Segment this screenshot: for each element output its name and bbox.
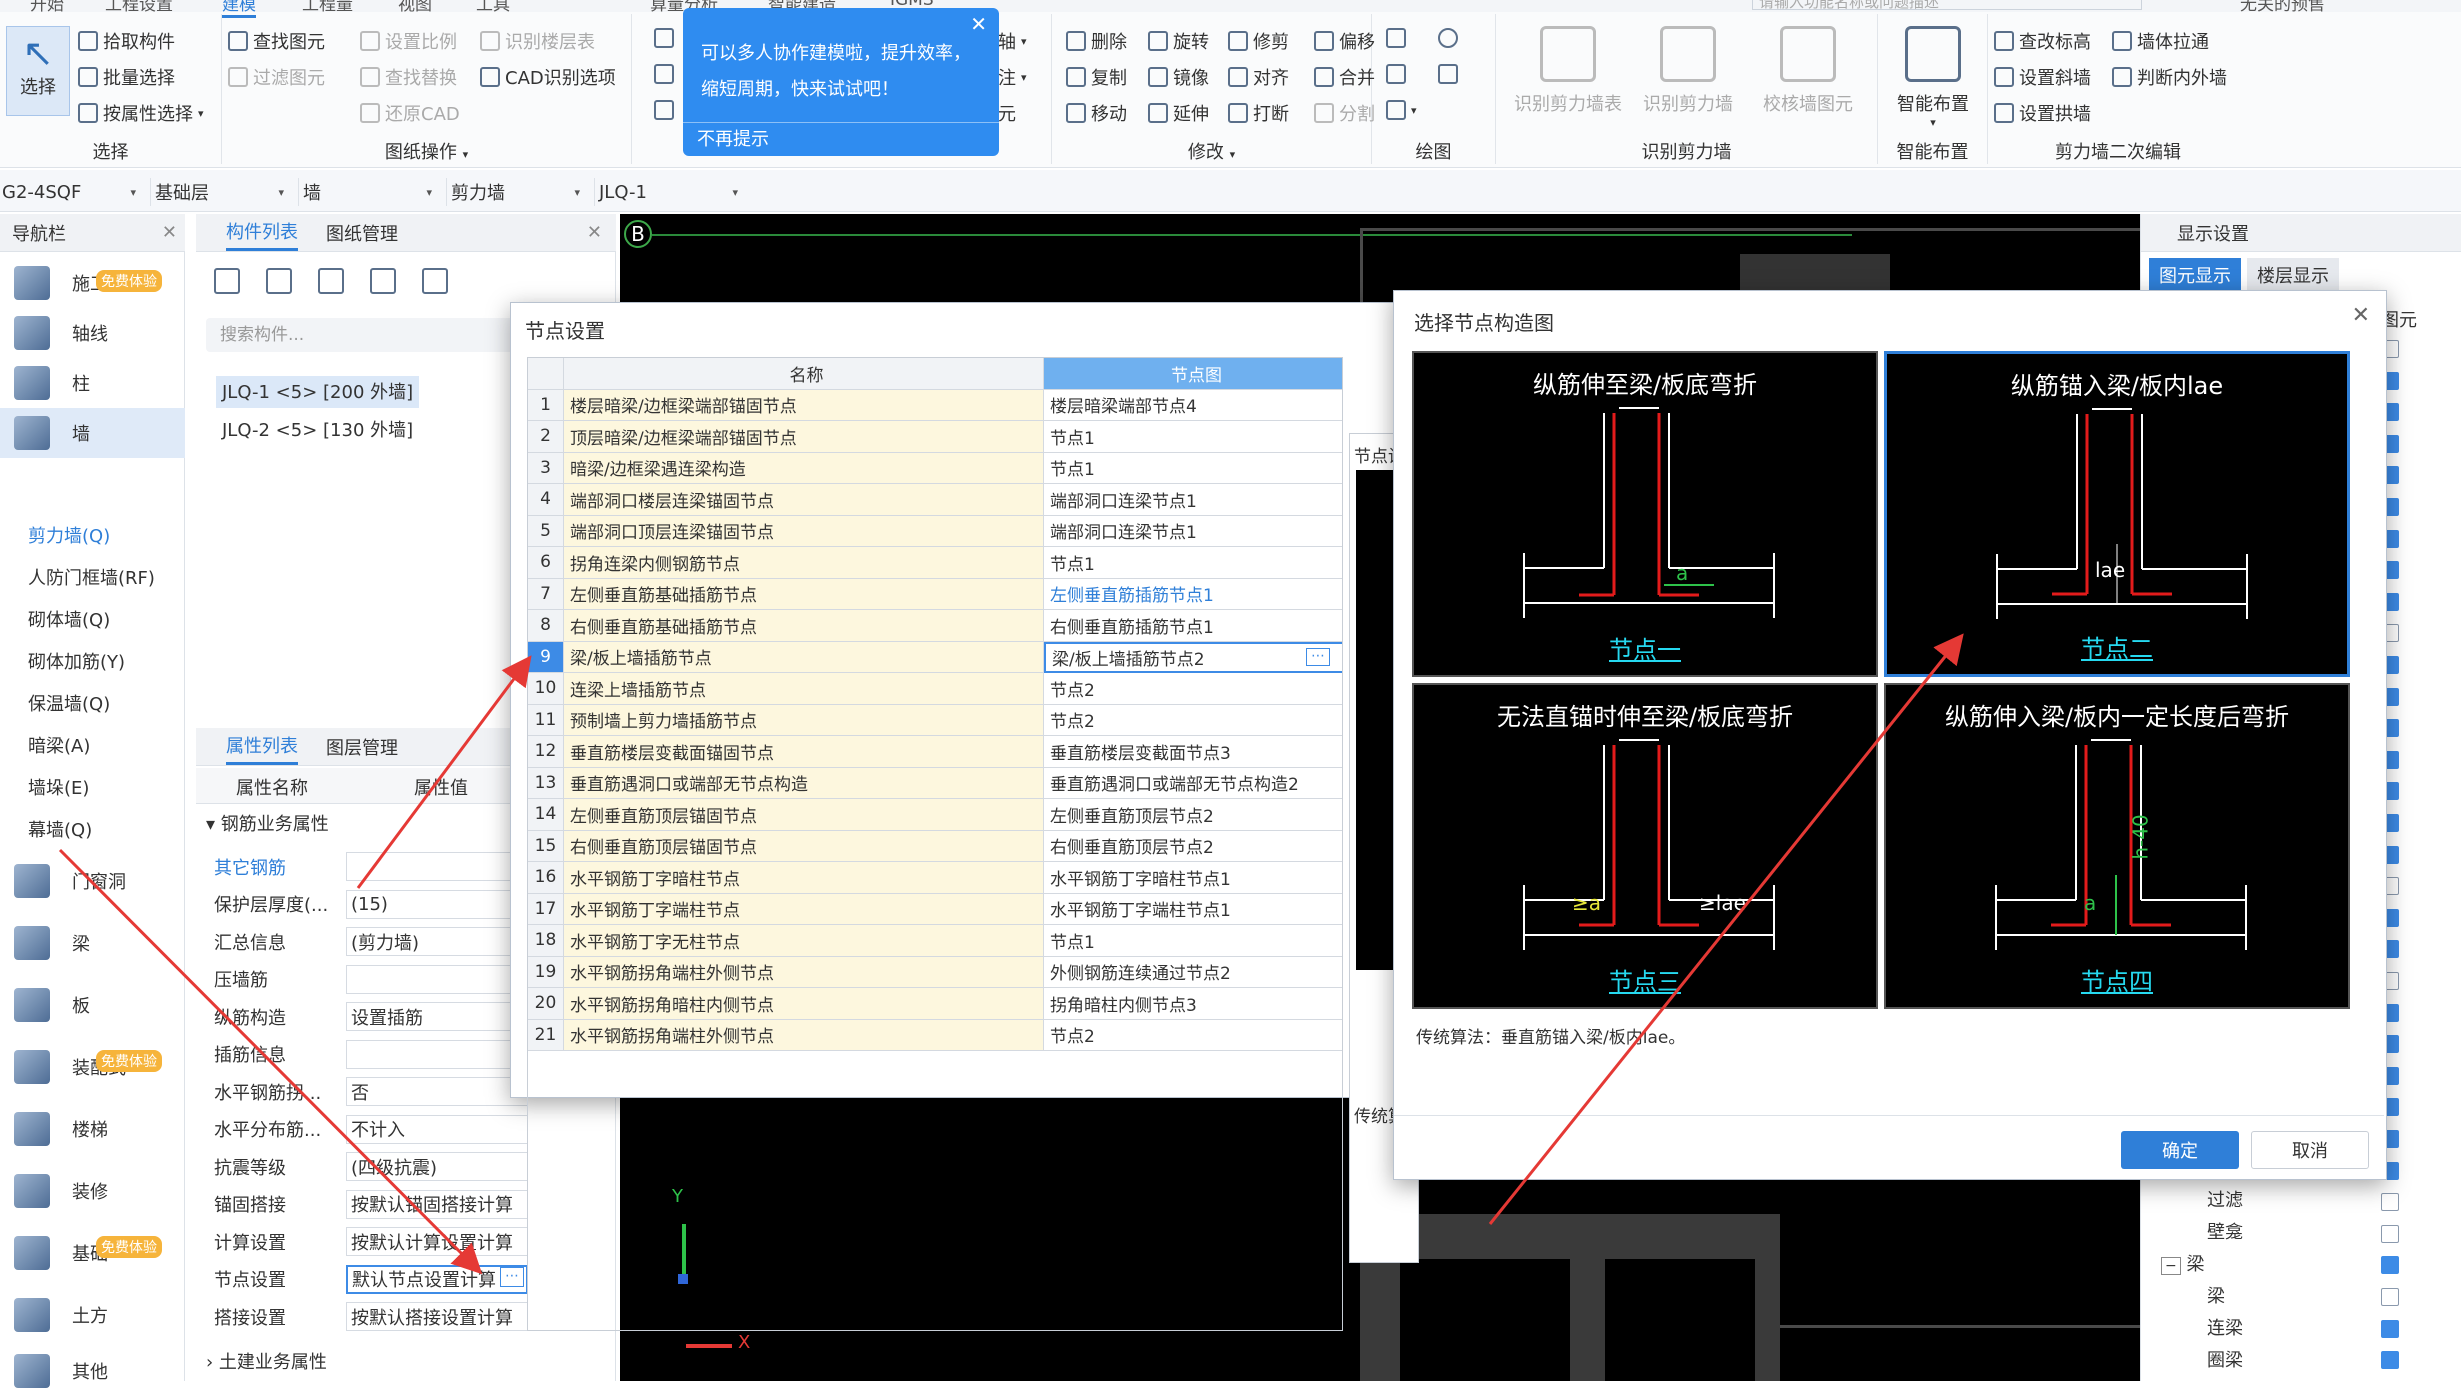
arrow-to-node-row xyxy=(356,655,532,889)
arrow-to-node-two xyxy=(1488,633,1964,1225)
arrow-to-node-setting xyxy=(58,848,483,1275)
annotation-arrows xyxy=(58,633,1964,1275)
